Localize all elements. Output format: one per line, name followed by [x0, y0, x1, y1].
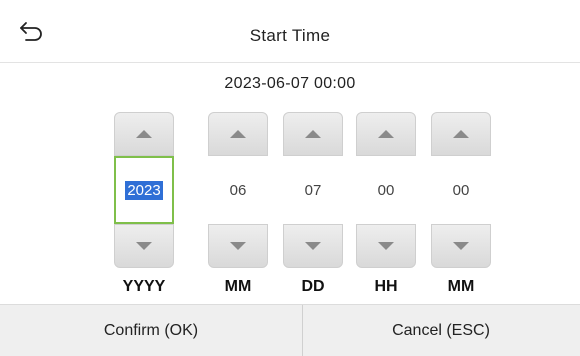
year-increment-button[interactable]	[114, 112, 174, 156]
minute-decrement-button[interactable]	[431, 224, 491, 268]
year-label: YYYY	[122, 278, 166, 295]
hour-increment-button[interactable]	[356, 112, 416, 156]
minute-label: MM	[447, 278, 475, 295]
cancel-button[interactable]: Cancel (ESC)	[302, 305, 580, 356]
footer-bar: Confirm (OK) Cancel (ESC)	[0, 304, 580, 356]
year-spinner: 2023	[114, 112, 174, 268]
header-bar: Start Time	[0, 0, 580, 63]
minute-value: 00	[452, 181, 470, 199]
day-value: 07	[304, 181, 322, 199]
year-value: 2023	[125, 180, 163, 200]
current-datetime-display: 2023-06-07 00:00	[224, 75, 356, 92]
year-field[interactable]: 2023	[114, 156, 174, 224]
hour-label: HH	[374, 278, 398, 295]
day-increment-button[interactable]	[283, 112, 343, 156]
start-time-dialog: Start Time 2023-06-07 00:00 2023 YYYY 06…	[0, 0, 580, 356]
arrow-down-icon	[305, 242, 321, 250]
arrow-up-icon	[136, 130, 152, 138]
hour-field[interactable]: 00	[356, 156, 416, 224]
day-spinner: 07	[283, 112, 343, 268]
month-value: 06	[229, 181, 247, 199]
arrow-up-icon	[305, 130, 321, 138]
month-decrement-button[interactable]	[208, 224, 268, 268]
day-label: DD	[301, 278, 325, 295]
minute-increment-button[interactable]	[431, 112, 491, 156]
page-title: Start Time	[249, 26, 331, 45]
month-increment-button[interactable]	[208, 112, 268, 156]
arrow-up-icon	[453, 130, 469, 138]
confirm-button[interactable]: Confirm (OK)	[0, 305, 302, 356]
hour-value: 00	[377, 181, 395, 199]
arrow-down-icon	[453, 242, 469, 250]
minute-field[interactable]: 00	[431, 156, 491, 224]
minute-spinner: 00	[431, 112, 491, 268]
arrow-down-icon	[136, 242, 152, 250]
year-decrement-button[interactable]	[114, 224, 174, 268]
month-label: MM	[224, 278, 252, 295]
arrow-up-icon	[378, 130, 394, 138]
arrow-down-icon	[230, 242, 246, 250]
month-field[interactable]: 06	[208, 156, 268, 224]
arrow-up-icon	[230, 130, 246, 138]
day-decrement-button[interactable]	[283, 224, 343, 268]
day-field[interactable]: 07	[283, 156, 343, 224]
month-spinner: 06	[208, 112, 268, 268]
hour-decrement-button[interactable]	[356, 224, 416, 268]
arrow-down-icon	[378, 242, 394, 250]
hour-spinner: 00	[356, 112, 416, 268]
